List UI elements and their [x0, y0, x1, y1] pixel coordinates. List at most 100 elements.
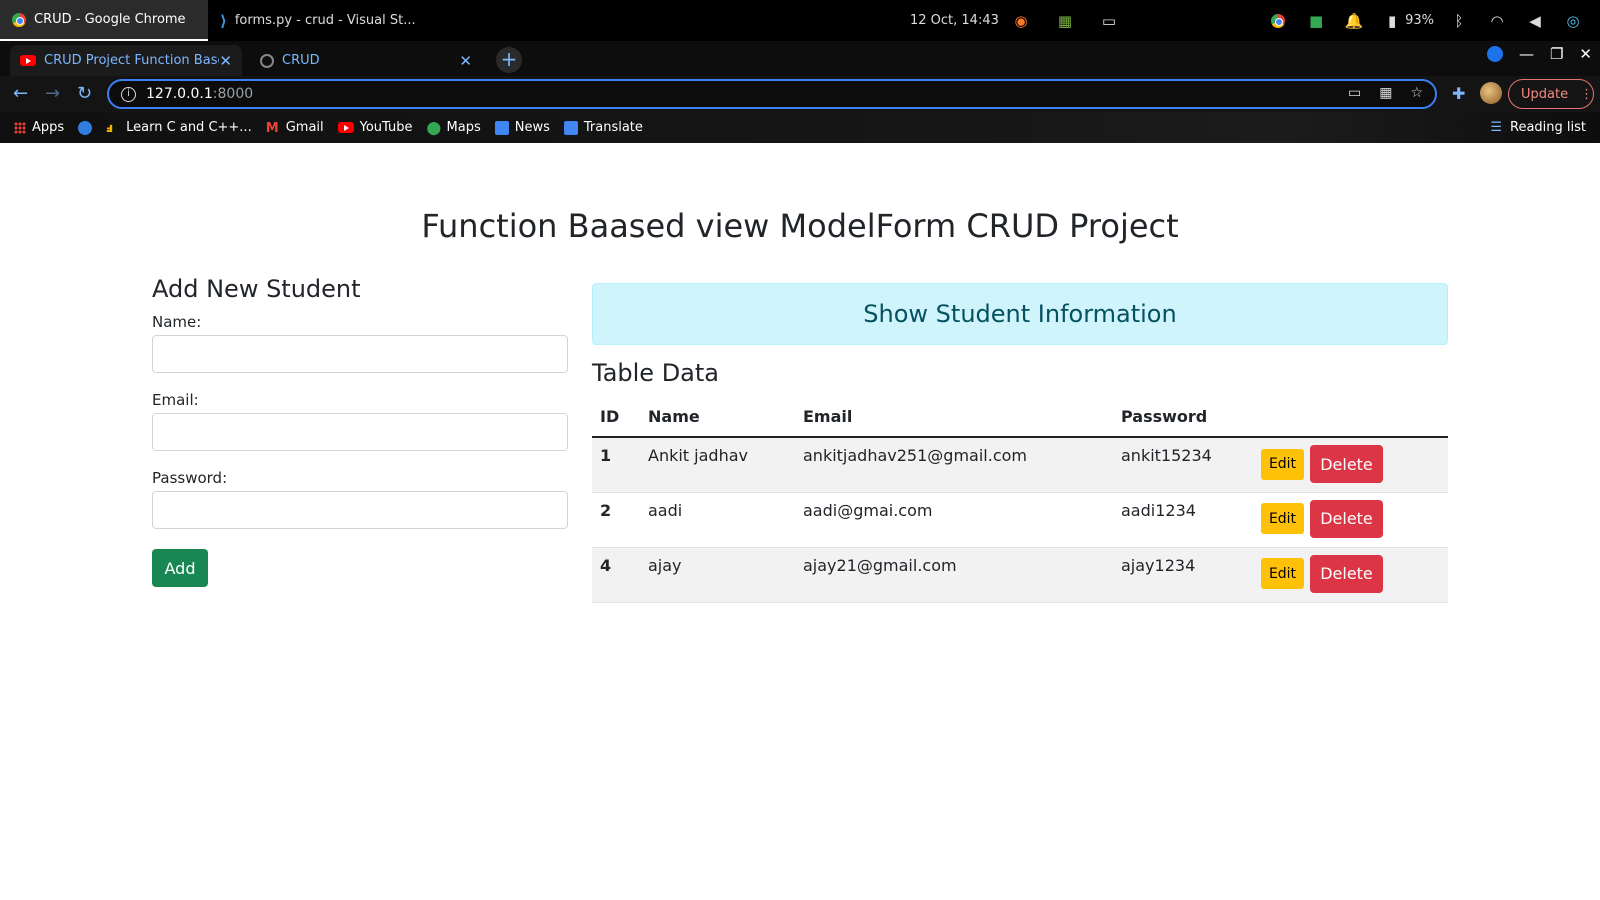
notification-bell-icon[interactable]: 🔔 — [1343, 11, 1365, 31]
forward-arrow-icon[interactable]: → — [45, 83, 60, 104]
cell-actions: Edit Delete — [1253, 492, 1448, 548]
bookmark-star-icon[interactable]: ☆ — [1410, 85, 1423, 101]
tab-close-icon[interactable]: ✕ — [219, 52, 232, 70]
taskbar-vscode-window[interactable]: ⟩ forms.py - crud - Visual St... — [208, 0, 418, 41]
password-input[interactable] — [152, 491, 568, 529]
profile-avatar[interactable] — [1480, 82, 1502, 104]
new-tab-button[interactable]: + — [496, 47, 522, 73]
chrome-tray-icon[interactable] — [1267, 11, 1289, 31]
system-tray: ■ 🔔 ▮ 93% ᛒ ◠ ◀ ◎ — [1267, 0, 1600, 41]
bluetooth-icon[interactable]: ᛒ — [1448, 11, 1470, 31]
tab-crud[interactable]: CRUD ✕ — [250, 45, 482, 76]
bookmark-youtube[interactable]: YouTube — [337, 120, 413, 135]
cell-password: ajay1234 — [1113, 547, 1253, 603]
tab-crud-project[interactable]: CRUD Project Function Based ✕ — [10, 45, 242, 76]
bookmark-gmail[interactable]: M Gmail — [265, 120, 324, 136]
name-input[interactable] — [152, 335, 568, 373]
spreadsheet-icon[interactable]: ▦ — [1054, 11, 1076, 31]
show-student-info-alert: Show Student Information — [592, 283, 1448, 345]
apps-grid-icon — [14, 121, 26, 134]
tray-apps: ◉ ▦ ▭ — [1010, 0, 1120, 41]
delete-button[interactable]: Delete — [1310, 445, 1383, 483]
qr-code-icon[interactable]: ▦ — [1379, 85, 1392, 101]
delete-button[interactable]: Delete — [1310, 554, 1383, 593]
table-row: 1 Ankit jadhav ankitjadhav251@gmail.com … — [592, 437, 1448, 493]
close-window-icon[interactable]: ✕ — [1579, 45, 1592, 63]
minimize-icon[interactable]: — — [1519, 45, 1534, 63]
address-host: 127.0.0.1 — [146, 86, 213, 102]
bookmark-apps[interactable]: Apps — [14, 120, 64, 135]
browser-tabstrip: CRUD Project Function Based ✕ CRUD ✕ — [0, 41, 1600, 76]
omnibox-actions: ▭ ▦ ☆ — [1348, 85, 1423, 101]
chrome-icon — [12, 12, 26, 27]
wifi-icon[interactable]: ◠ — [1486, 11, 1508, 31]
news-icon — [494, 120, 509, 135]
taskbar-vscode-title: forms.py - crud - Visual St... — [234, 13, 416, 28]
profile-extension-icon[interactable] — [1486, 46, 1503, 62]
add-button[interactable]: Add — [152, 549, 208, 587]
kebab-menu-icon[interactable]: ⋮ — [1580, 87, 1593, 102]
table-title: Table Data — [592, 359, 719, 387]
reading-list-icon: ☰ — [1490, 120, 1502, 135]
cell-email: aadi@gmai.com — [795, 492, 1113, 548]
password-label: Password: — [152, 469, 228, 487]
cell-email: ankitjadhav251@gmail.com — [795, 437, 1113, 493]
youtube-icon — [337, 122, 354, 133]
tab-title: CRUD Project Function Based — [44, 53, 220, 68]
meet-icon[interactable]: ■ — [1305, 11, 1327, 31]
name-label: Name: — [152, 313, 202, 331]
cell-name: aadi — [640, 492, 795, 548]
edit-button[interactable]: Edit — [1261, 503, 1304, 534]
volume-icon[interactable]: ◀ — [1524, 11, 1546, 31]
edit-button[interactable]: Edit — [1261, 558, 1304, 589]
add-student-form: Add New Student Name: Email: Password: A… — [152, 275, 568, 587]
tab-close-icon[interactable]: ✕ — [459, 52, 472, 70]
bookmark-label: News — [514, 120, 550, 135]
form-heading: Add New Student — [152, 275, 361, 303]
bookmark-globe[interactable] — [78, 120, 93, 135]
web-page: Function Baased view ModelForm CRUD Proj… — [0, 143, 1600, 900]
extensions-puzzle-icon[interactable]: ✚ — [1452, 84, 1465, 103]
bookmark-label: Translate — [583, 120, 643, 135]
edit-button[interactable]: Edit — [1261, 448, 1304, 480]
learn-c-icon: ⅎ — [106, 120, 114, 136]
reading-list[interactable]: ☰ Reading list — [1490, 112, 1586, 143]
bookmarks-bar: Apps ⅎ Learn C and C++... M Gmail YouTub… — [0, 112, 1600, 143]
taskbar-chrome-title: CRUD - Google Chrome — [34, 12, 186, 27]
terminal-icon[interactable]: ▭ — [1098, 11, 1120, 31]
reload-icon[interactable]: ↻ — [77, 83, 92, 104]
page-title: Function Baased view ModelForm CRUD Proj… — [421, 207, 1179, 245]
bookmark-translate[interactable]: Translate — [563, 120, 643, 135]
delete-button[interactable]: Delete — [1310, 499, 1383, 538]
restore-icon[interactable]: ❐ — [1550, 45, 1563, 63]
address-bar[interactable]: i 127.0.0.1:8000 ▭ ▦ ☆ — [107, 79, 1437, 109]
globe-favicon-icon — [260, 53, 274, 68]
update-button[interactable]: Update ⋮ — [1508, 79, 1594, 109]
blender-icon[interactable]: ◉ — [1010, 11, 1032, 31]
maps-pin-icon: ⬤ — [426, 120, 442, 136]
column-header-id: ID — [592, 397, 640, 438]
gmail-icon: M — [265, 120, 279, 136]
column-header-email: Email — [795, 397, 1113, 438]
clock[interactable]: 12 Oct, 14:43 — [910, 0, 999, 41]
site-info-icon[interactable]: i — [121, 86, 136, 102]
bookmark-label: Gmail — [285, 120, 324, 135]
settings-ring-icon[interactable]: ◎ — [1562, 11, 1584, 31]
cast-icon[interactable]: ▭ — [1348, 85, 1361, 101]
battery-icon[interactable]: ▮ — [1381, 11, 1403, 31]
taskbar-chrome-window[interactable]: CRUD - Google Chrome — [0, 0, 208, 41]
bookmark-news[interactable]: News — [494, 120, 550, 135]
cell-id: 2 — [592, 492, 640, 548]
browser-toolbar: ← → ↻ i 127.0.0.1:8000 ▭ ▦ ☆ ✚ Update ⋮ — [0, 76, 1600, 112]
table-header-row: ID Name Email Password — [592, 397, 1448, 438]
bookmark-maps[interactable]: ⬤ Maps — [426, 120, 481, 136]
cell-actions: Edit Delete — [1253, 547, 1448, 603]
bookmark-label: Learn C and C++... — [126, 120, 252, 135]
email-input[interactable] — [152, 413, 568, 451]
cell-password: aadi1234 — [1113, 492, 1253, 548]
bookmark-label: Maps — [446, 120, 481, 135]
back-arrow-icon[interactable]: ← — [13, 83, 28, 104]
column-header-password: Password — [1113, 397, 1253, 438]
edge-globe-icon — [78, 120, 93, 135]
bookmark-learn-c[interactable]: ⅎ Learn C and C++... — [106, 120, 252, 136]
